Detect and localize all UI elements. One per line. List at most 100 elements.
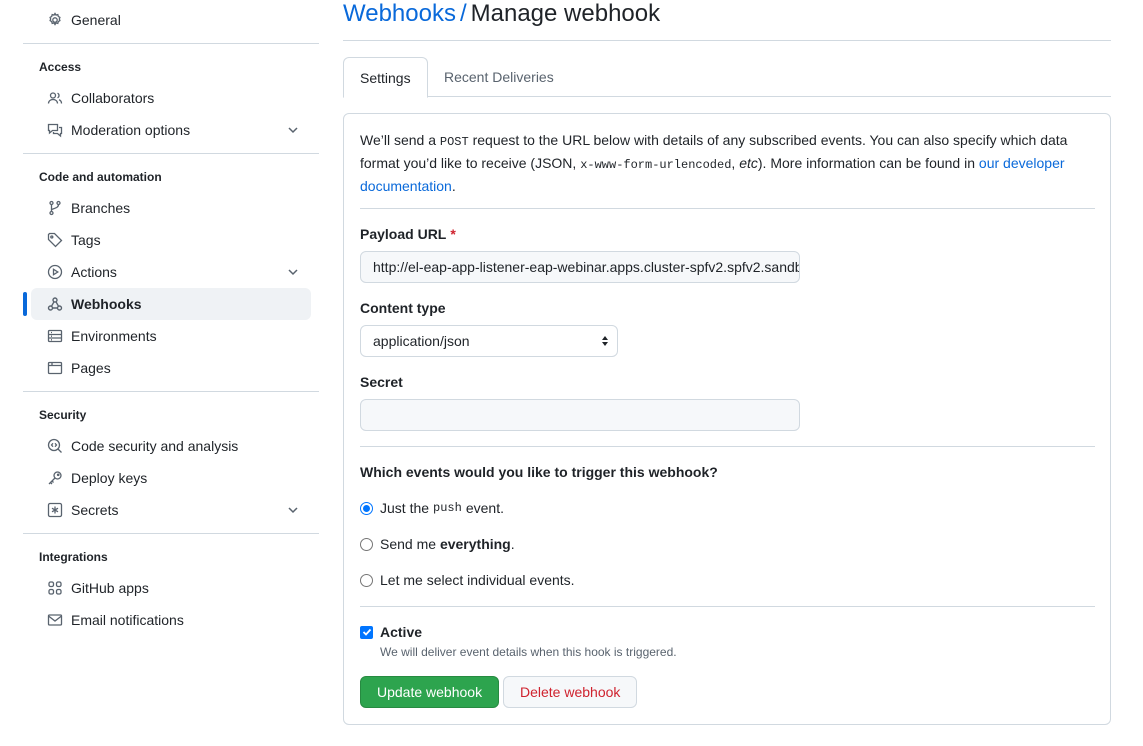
section-heading-integrations: Integrations [39, 550, 108, 564]
sidebar-item-general[interactable]: General [31, 4, 311, 36]
event-option-individual[interactable]: Let me select individual events. [360, 570, 575, 590]
page-heading: Manage webhook [470, 0, 661, 27]
divider [23, 43, 319, 44]
key-icon [47, 470, 63, 486]
chevron-down-icon [288, 269, 298, 276]
page-title: Webhooks / Manage webhook [343, 0, 1111, 41]
sidebar-item-webhooks[interactable]: Webhooks [23, 288, 311, 320]
section-heading-security: Security [39, 408, 87, 422]
active-checkbox-row[interactable]: Active [360, 622, 422, 642]
sidebar-item-label: Branches [71, 200, 131, 216]
sidebar-item-code-security[interactable]: Code security and analysis [31, 430, 311, 462]
sidebar-item-label: Environments [71, 328, 157, 344]
section-heading-access: Access [39, 60, 82, 74]
code-push: push [433, 501, 462, 515]
sidebar-item-label: GitHub apps [71, 580, 149, 596]
intro-text: We’ll send a POST request to the URL bel… [360, 130, 1095, 197]
sidebar-item-email-notifications[interactable]: Email notifications [31, 604, 311, 636]
sidebar-item-deploy-keys[interactable]: Deploy keys [31, 462, 311, 494]
sidebar-item-label: Pages [71, 360, 111, 376]
main-content: Webhooks / Manage webhook Settings Recent … [343, 0, 1111, 725]
active-note: We will deliver event details when this … [380, 645, 677, 659]
option-text: Just the [380, 500, 430, 516]
delete-webhook-button[interactable]: Delete webhook [503, 676, 638, 708]
radio-everything[interactable] [360, 537, 373, 551]
divider [23, 391, 319, 392]
option-bold-text: everything [439, 536, 511, 552]
payload-url-label: Payload URL * [360, 226, 1095, 242]
event-option-push[interactable]: Just the push event. [360, 498, 504, 518]
sidebar-item-environments[interactable]: Environments [31, 320, 311, 352]
code-urlencoded: x-www-form-urlencoded [580, 158, 732, 172]
sidebar-item-label: Moderation options [71, 122, 191, 138]
secret-input[interactable] [360, 399, 800, 431]
git-branch-icon [47, 200, 63, 216]
codescan-icon [47, 438, 63, 454]
content-type-label: Content type [360, 300, 446, 316]
tab-recent-deliveries[interactable]: Recent Deliveries [428, 57, 570, 97]
sidebar-item-label: Webhooks [71, 296, 142, 312]
sidebar-item-secrets[interactable]: Secrets [31, 494, 311, 526]
event-option-everything[interactable]: Send me everything. [360, 534, 515, 554]
active-checkbox[interactable] [360, 625, 373, 639]
sidebar-item-label: Tags [71, 232, 101, 248]
gear-icon [47, 12, 63, 28]
sidebar-item-branches[interactable]: Branches [31, 192, 311, 224]
section-heading-code: Code and automation [39, 170, 162, 184]
sidebar-item-tags[interactable]: Tags [31, 224, 311, 256]
option-text: Let me select individual events. [380, 572, 575, 588]
radio-individual[interactable] [360, 573, 373, 587]
sidebar-item-label: Email notifications [71, 612, 184, 628]
divider [360, 446, 1095, 447]
required-indicator: * [450, 226, 456, 242]
chevron-down-icon [288, 507, 298, 514]
play-icon [47, 264, 63, 280]
people-icon [47, 90, 63, 106]
sidebar-item-actions[interactable]: Actions [31, 256, 311, 288]
select-arrows-icon [602, 336, 608, 346]
intro-etc: etc [739, 155, 758, 171]
intro-text-part: . [451, 178, 456, 194]
code-post: POST [439, 135, 469, 149]
breadcrumb-separator: / [459, 0, 467, 27]
divider [360, 208, 1095, 209]
payload-url-label-text: Payload URL [360, 226, 447, 242]
sidebar-item-pages[interactable]: Pages [31, 352, 311, 384]
server-icon [47, 328, 63, 344]
comment-discussion-icon [47, 122, 63, 138]
webhook-settings-panel: We’ll send a POST request to the URL bel… [343, 113, 1111, 725]
webhook-icon [47, 296, 63, 312]
chevron-down-icon [288, 127, 298, 134]
tag-icon [47, 232, 63, 248]
mail-icon [47, 612, 63, 628]
asterisk-box-icon [47, 502, 63, 518]
sidebar-item-collaborators[interactable]: Collaborators [31, 82, 311, 114]
sidebar-item-moderation[interactable]: Moderation options [31, 114, 311, 146]
tab-bar: Settings Recent Deliveries [343, 57, 1111, 98]
sidebar-item-label: Secrets [71, 502, 119, 518]
payload-url-input[interactable]: http://el-eap-app-listener-eap-webinar.a… [360, 251, 800, 283]
browser-icon [47, 360, 63, 376]
sidebar-item-label: Actions [71, 264, 117, 280]
update-webhook-button[interactable]: Update webhook [360, 676, 500, 708]
content-type-select[interactable]: application/json [360, 325, 618, 357]
sidebar-item-label: Collaborators [71, 90, 155, 106]
intro-text-part: We’ll send a [360, 132, 440, 148]
apps-icon [47, 580, 63, 596]
radio-push[interactable] [360, 501, 373, 515]
sidebar-item-label: Code security and analysis [71, 438, 239, 454]
divider [360, 606, 1095, 607]
sidebar-item-label: Deploy keys [71, 470, 148, 486]
intro-text-part: ). More information can be found in [757, 155, 979, 171]
sidebar-item-github-apps[interactable]: GitHub apps [31, 572, 311, 604]
divider [23, 533, 319, 534]
checkmark-icon [362, 628, 371, 636]
option-text: . [510, 536, 515, 552]
option-text: Send me [380, 536, 440, 552]
breadcrumb-webhooks[interactable]: Webhooks [343, 0, 456, 27]
divider [23, 153, 319, 154]
secret-label: Secret [360, 374, 403, 390]
active-label: Active [380, 624, 423, 640]
tab-settings[interactable]: Settings [343, 57, 428, 98]
events-heading: Which events would you like to trigger t… [360, 464, 718, 480]
